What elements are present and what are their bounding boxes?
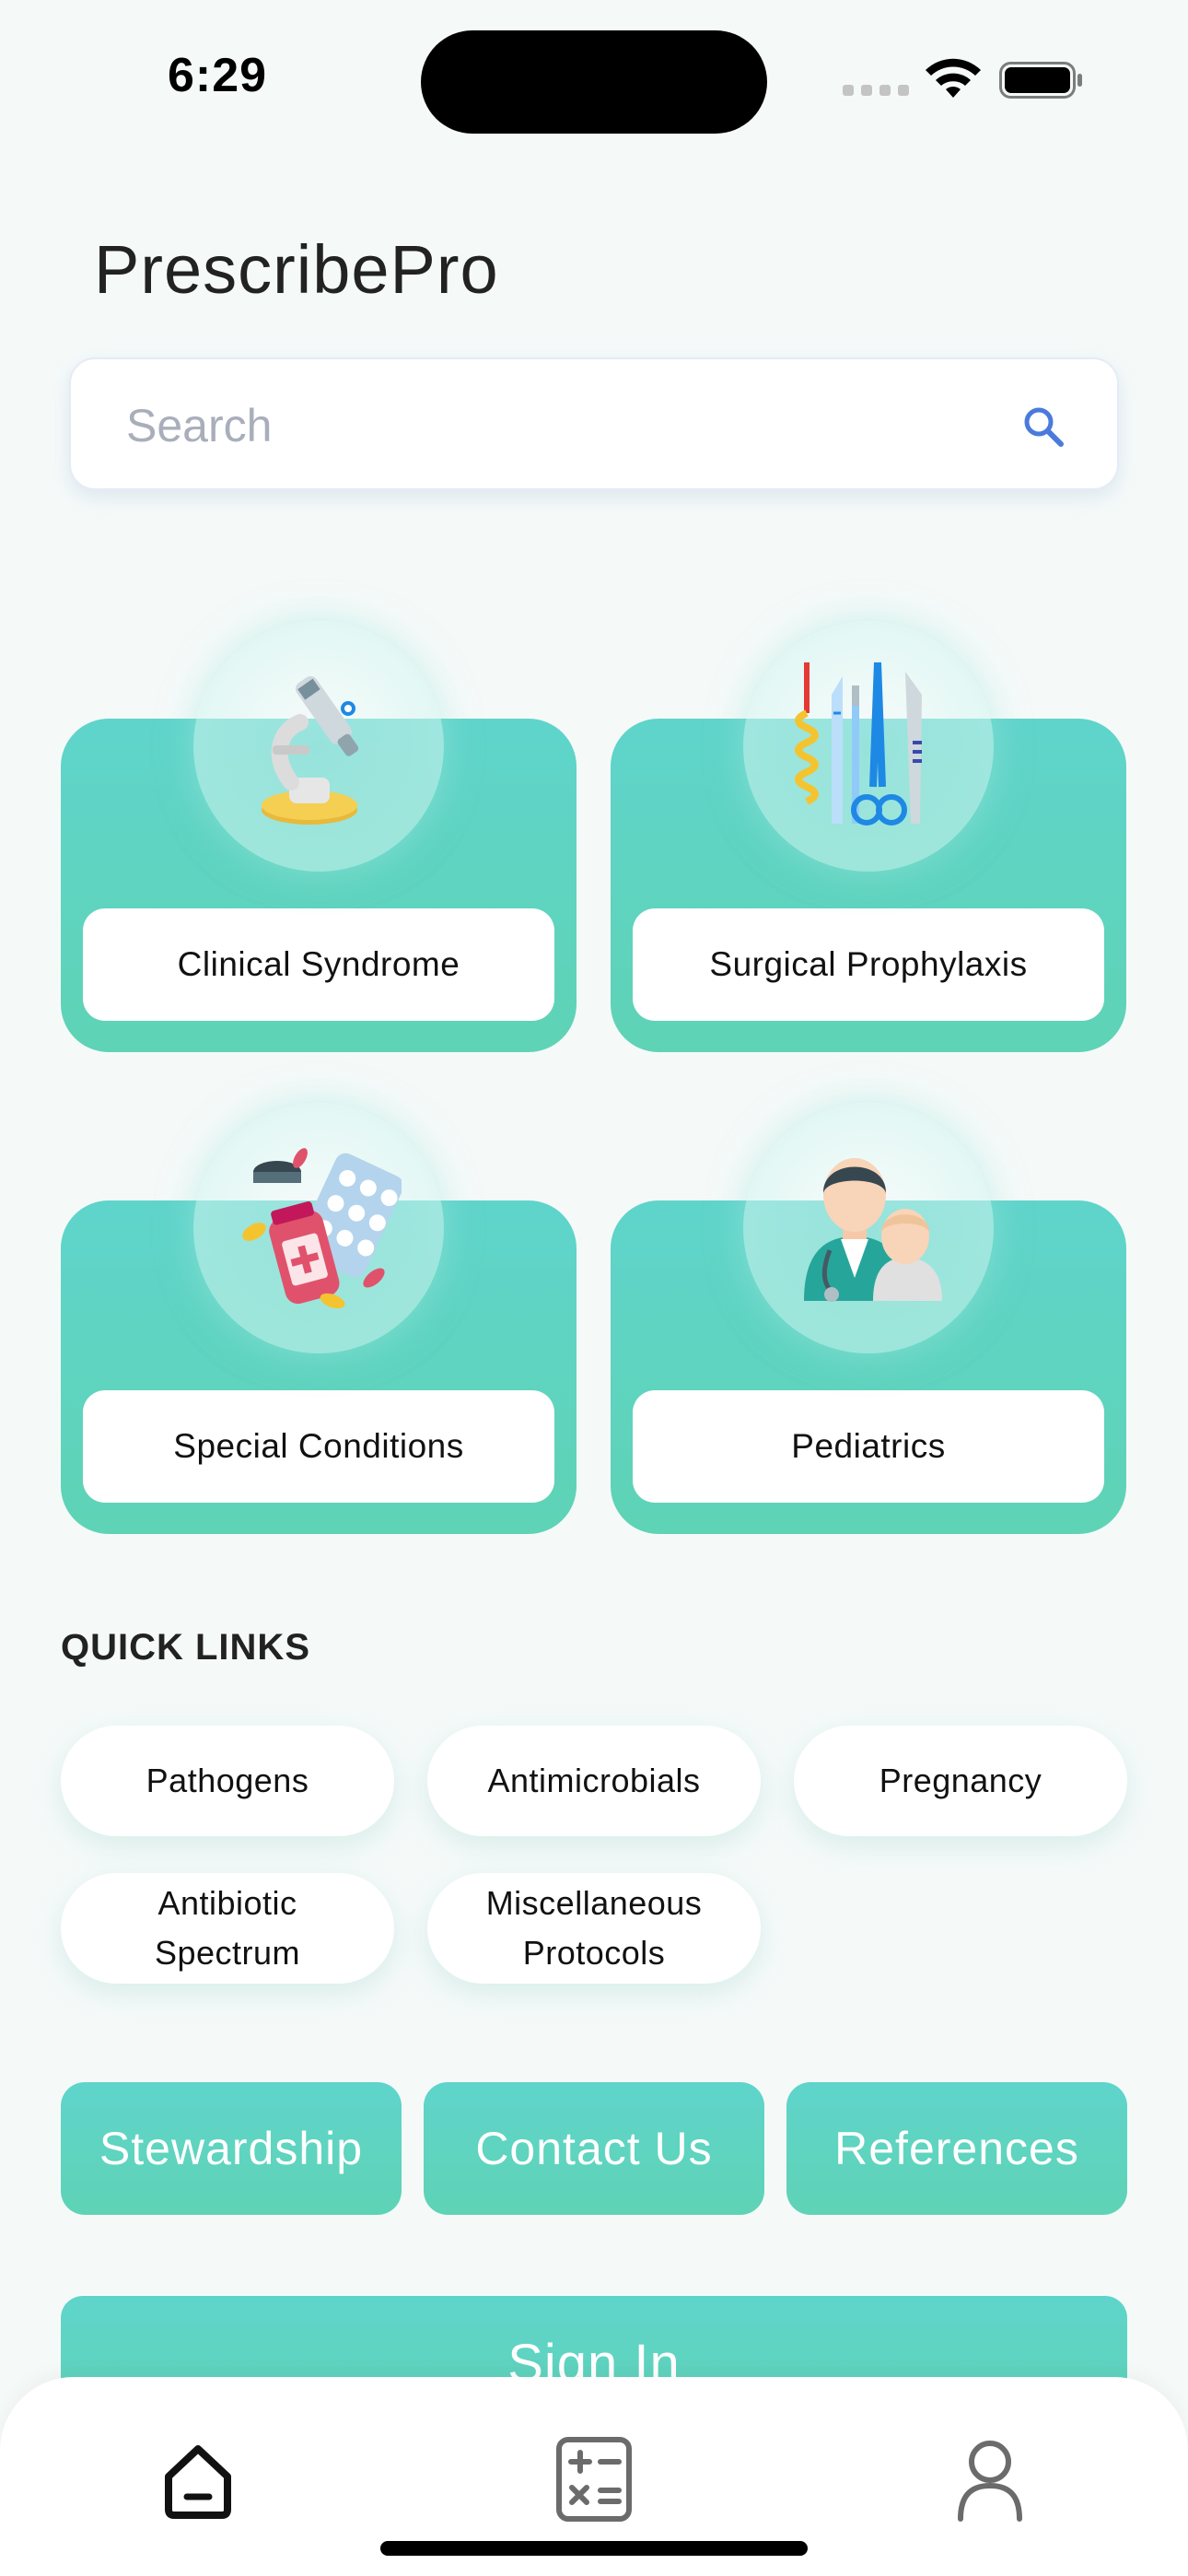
quick-link-pathogens[interactable]: Pathogens	[61, 1726, 394, 1836]
references-button[interactable]: References	[786, 2082, 1127, 2215]
microscope-icon	[262, 675, 359, 825]
card-label: Pediatrics	[633, 1390, 1104, 1503]
card-label: Clinical Syndrome	[83, 908, 554, 1021]
status-time: 6:29	[168, 49, 268, 102]
home-icon[interactable]	[152, 2432, 244, 2524]
quick-link-antimicrobials[interactable]: Antimicrobials	[427, 1726, 761, 1836]
card-icon-circle	[193, 621, 444, 872]
surgical-tools-icon	[795, 662, 922, 825]
battery-icon	[999, 62, 1082, 99]
search-input[interactable]	[126, 387, 955, 464]
search-icon[interactable]	[1020, 404, 1066, 450]
card-icon-circle	[193, 1103, 444, 1353]
status-bar: 6:29	[0, 0, 1188, 157]
profile-icon[interactable]	[944, 2432, 1036, 2524]
doctor-child-icon	[804, 1158, 942, 1302]
card-label: Surgical Prophylaxis	[633, 908, 1104, 1021]
quick-link-miscellaneous-protocols[interactable]: Miscellaneous Protocols	[427, 1873, 761, 1984]
medications-icon	[242, 1148, 402, 1309]
home-indicator	[380, 2541, 808, 2556]
stewardship-button[interactable]: Stewardship	[61, 2082, 402, 2215]
app-title: PrescribePro	[94, 231, 499, 308]
card-icon-circle	[743, 1103, 994, 1353]
card-icon-circle	[743, 621, 994, 872]
cellular-signal-icon	[843, 85, 909, 96]
card-label: Special Conditions	[83, 1390, 554, 1503]
wifi-icon	[926, 58, 981, 98]
dynamic-island	[421, 30, 767, 134]
search-bar[interactable]	[69, 357, 1119, 490]
calculator-icon[interactable]	[548, 2432, 640, 2524]
quick-links-heading: QUICK LINKS	[61, 1627, 310, 1668]
contact-us-button[interactable]: Contact Us	[424, 2082, 764, 2215]
quick-link-antibiotic-spectrum[interactable]: Antibiotic Spectrum	[61, 1873, 394, 1984]
quick-link-pregnancy[interactable]: Pregnancy	[794, 1726, 1127, 1836]
